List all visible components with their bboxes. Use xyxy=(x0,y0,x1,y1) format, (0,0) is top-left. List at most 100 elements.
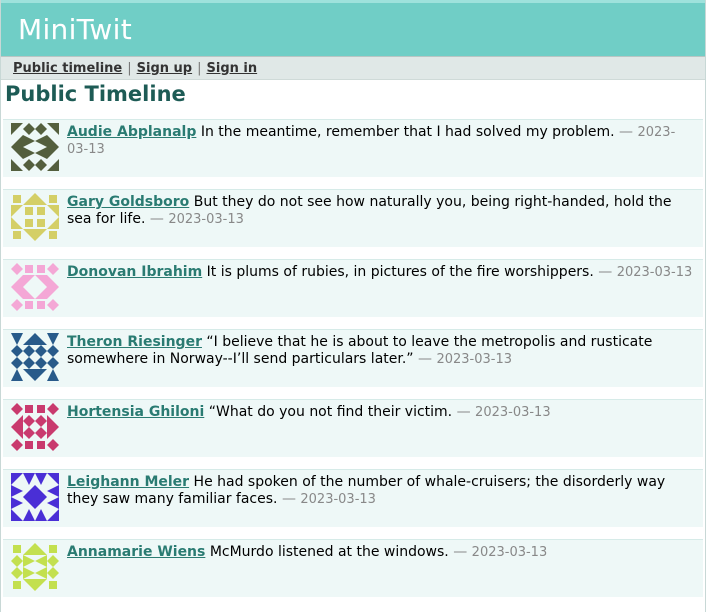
identicon-tile xyxy=(47,263,59,275)
date-dash: — xyxy=(418,351,433,367)
identicon-tile xyxy=(37,265,45,273)
identicon-tile xyxy=(47,333,59,345)
identicon-tile xyxy=(23,135,35,147)
author-link[interactable]: Annamarie Wiens xyxy=(67,544,205,560)
avatar-identicon[interactable] xyxy=(11,403,59,451)
identicon-tile xyxy=(47,205,59,217)
message-list: Audie Abplanalp In the meantime, remembe… xyxy=(3,119,703,597)
identicon-tile xyxy=(35,159,47,171)
identicon-tile xyxy=(11,287,23,299)
identicon-tile xyxy=(23,193,35,205)
identicon-tile xyxy=(25,405,33,413)
identicon-tile xyxy=(35,147,47,159)
sign-up-link[interactable]: Sign up xyxy=(137,61,192,76)
message-date: 2023-03-13 xyxy=(300,492,376,507)
identicon-tile xyxy=(11,159,23,171)
avatar-identicon[interactable] xyxy=(11,263,59,311)
message-text: In the meantime, remember that I had sol… xyxy=(200,124,615,140)
author-link[interactable]: Gary Goldsboro xyxy=(67,194,189,210)
identicon-tile xyxy=(47,357,59,369)
message-date: 2023-03-13 xyxy=(168,212,244,227)
identicon-tile xyxy=(37,441,45,449)
nav-separator: | xyxy=(197,60,202,76)
identicon-tile xyxy=(11,299,23,311)
identicon-tile xyxy=(23,275,35,287)
identicon-tile xyxy=(11,135,23,147)
identicon-tile xyxy=(11,123,23,135)
identicon-tile xyxy=(37,301,45,309)
identicon-tile xyxy=(11,497,23,509)
identicon-tile xyxy=(23,345,35,357)
identicon-tile xyxy=(11,427,23,439)
author-link[interactable]: Leighann Meler xyxy=(67,474,189,490)
identicon-tile xyxy=(47,345,59,357)
identicon-tile xyxy=(47,217,59,229)
identicon-tile xyxy=(35,567,47,579)
identicon-tile xyxy=(25,301,33,309)
message-item: Leighann Meler He had spoken of the numb… xyxy=(3,469,703,527)
identicon-tile xyxy=(11,567,23,579)
identicon-tile xyxy=(23,427,35,439)
identicon-tile xyxy=(23,579,35,591)
identicon-tile xyxy=(11,333,23,345)
identicon-tile xyxy=(35,135,47,147)
identicon-tile xyxy=(49,195,57,203)
identicon-tile xyxy=(47,135,59,147)
identicon-tile xyxy=(35,555,47,567)
identicon-tile xyxy=(23,415,35,427)
message-item: Gary Goldsboro But they do not see how n… xyxy=(3,189,703,247)
avatar-identicon[interactable] xyxy=(11,473,59,521)
identicon-tile xyxy=(47,473,59,485)
navigation-bar: Public timeline | Sign up | Sign in xyxy=(1,56,705,80)
date-dash: — xyxy=(456,404,471,420)
avatar-identicon[interactable] xyxy=(11,193,59,241)
identicon-tile xyxy=(11,555,23,567)
identicon-tile xyxy=(47,555,59,567)
identicon-tile xyxy=(13,195,21,203)
identicon-tile xyxy=(35,509,47,521)
author-link[interactable]: Hortensia Ghiloni xyxy=(67,404,204,420)
message-item: Donovan Ibrahim It is plums of rubies, i… xyxy=(3,259,703,317)
sign-in-link[interactable]: Sign in xyxy=(207,61,258,76)
identicon-tile xyxy=(35,427,47,439)
identicon-tile xyxy=(23,555,35,567)
identicon-tile xyxy=(35,473,47,485)
identicon-tile xyxy=(47,147,59,159)
identicon-tile xyxy=(47,275,59,287)
author-link[interactable]: Donovan Ibrahim xyxy=(67,264,202,280)
identicon-tile xyxy=(13,545,21,553)
identicon-tile xyxy=(11,509,23,521)
identicon-tile xyxy=(49,231,57,239)
identicon-tile xyxy=(37,405,45,413)
identicon-tile xyxy=(23,369,35,381)
identicon-tile xyxy=(47,299,59,311)
avatar-identicon[interactable] xyxy=(11,543,59,591)
identicon-tile xyxy=(35,357,47,369)
message-date: 2023-03-13 xyxy=(436,352,513,367)
message-item: Audie Abplanalp In the meantime, remembe… xyxy=(3,119,703,177)
avatar-identicon[interactable] xyxy=(11,123,59,171)
identicon-tile xyxy=(11,263,23,275)
identicon-tile xyxy=(11,275,23,287)
identicon-tile xyxy=(23,543,35,555)
identicon-tile xyxy=(47,497,59,509)
avatar-identicon[interactable] xyxy=(11,333,59,381)
site-title: MiniTwit xyxy=(18,13,132,46)
identicon-tile xyxy=(47,439,59,451)
identicon-tile xyxy=(35,345,47,357)
identicon-tile xyxy=(47,287,59,299)
identicon-tile xyxy=(25,219,33,227)
date-dash: — xyxy=(453,544,468,560)
identicon-tile xyxy=(23,485,35,497)
public-timeline-link[interactable]: Public timeline xyxy=(13,61,122,76)
identicon-tile xyxy=(35,497,47,509)
author-link[interactable]: Audie Abplanalp xyxy=(67,124,196,140)
author-link[interactable]: Theron Riesinger xyxy=(67,334,202,350)
message-item: Hortensia Ghiloni “What do you not find … xyxy=(3,399,703,457)
identicon-tile xyxy=(47,369,59,381)
identicon-tile xyxy=(13,231,21,239)
identicon-tile xyxy=(49,545,57,553)
message-item: Theron Riesinger “I believe that he is a… xyxy=(3,329,703,387)
identicon-tile xyxy=(35,415,47,427)
identicon-tile xyxy=(47,567,59,579)
